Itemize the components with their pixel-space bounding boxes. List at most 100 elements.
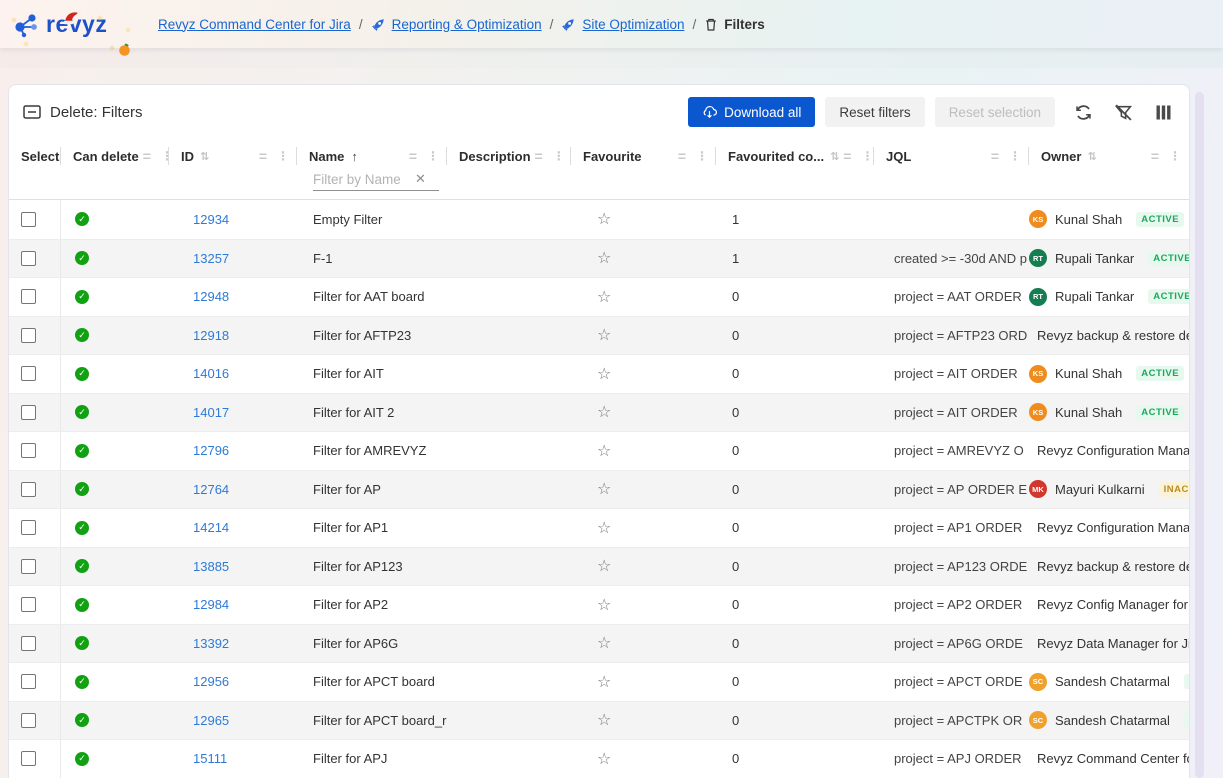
favourite-star-icon[interactable]: ☆: [597, 633, 611, 653]
favourite-star-icon[interactable]: ☆: [597, 248, 611, 268]
sort-icon[interactable]: ⇅: [200, 150, 209, 163]
column-filter-icon[interactable]: =: [259, 148, 267, 164]
filter-id-link[interactable]: 12956: [193, 674, 229, 689]
row-checkbox[interactable]: [21, 674, 36, 689]
clear-filter-icon[interactable]: ✕: [415, 171, 426, 187]
table-row[interactable]: ✓14214Filter for AP1☆0project = AP1 ORDE…: [9, 508, 1189, 547]
favourite-star-icon[interactable]: ☆: [597, 710, 611, 730]
favourite-star-icon[interactable]: ☆: [597, 518, 611, 538]
column-menu-icon[interactable]: ⋮: [277, 149, 289, 163]
favourite-star-icon[interactable]: ☆: [597, 402, 611, 422]
table-row[interactable]: ✓13392Filter for AP6G☆0project = AP6G OR…: [9, 624, 1189, 663]
column-header-can_delete[interactable]: Can delete=⋮: [61, 141, 169, 171]
filter-id-link[interactable]: 13885: [193, 559, 229, 574]
favourite-star-icon[interactable]: ☆: [597, 325, 611, 345]
reset-selection-button[interactable]: Reset selection: [935, 97, 1055, 127]
breadcrumb-label[interactable]: Reporting & Optimization: [392, 17, 542, 32]
table-row[interactable]: ✓12764Filter for AP☆0project = AP ORDER …: [9, 470, 1189, 509]
filter-id-link[interactable]: 12764: [193, 482, 229, 497]
sort-icon[interactable]: ⇅: [1087, 150, 1096, 163]
row-checkbox[interactable]: [21, 751, 36, 766]
column-menu-icon[interactable]: ⋮: [696, 149, 708, 163]
sort-asc-icon[interactable]: ↑: [351, 149, 358, 164]
favourite-star-icon[interactable]: ☆: [597, 287, 611, 307]
favourite-star-icon[interactable]: ☆: [597, 749, 611, 769]
row-checkbox[interactable]: [21, 328, 36, 343]
column-header-favourited_count[interactable]: Favourited co...⇅=⋮: [716, 141, 874, 171]
row-checkbox[interactable]: [21, 482, 36, 497]
column-filter-icon[interactable]: =: [535, 148, 543, 164]
column-menu-icon[interactable]: ⋮: [861, 149, 873, 163]
table-row[interactable]: ✓14016Filter for AIT☆0project = AIT ORDE…: [9, 354, 1189, 393]
favourite-star-icon[interactable]: ☆: [597, 556, 611, 576]
column-header-owner[interactable]: Owner⇅=⋮: [1029, 141, 1189, 171]
filter-id-link[interactable]: 13392: [193, 636, 229, 651]
row-checkbox[interactable]: [21, 289, 36, 304]
favourite-star-icon[interactable]: ☆: [597, 209, 611, 229]
row-checkbox[interactable]: [21, 366, 36, 381]
filter-id-link[interactable]: 12918: [193, 328, 229, 343]
filter-id-link[interactable]: 12984: [193, 597, 229, 612]
row-checkbox[interactable]: [21, 251, 36, 266]
column-header-description[interactable]: Description=⋮: [447, 141, 571, 171]
filter-id-link[interactable]: 14016: [193, 366, 229, 381]
table-row[interactable]: ✓15111Filter for APJ☆0project = APJ ORDE…: [9, 739, 1189, 778]
column-filter-icon[interactable]: =: [409, 148, 417, 164]
table-row[interactable]: ✓12965Filter for APCT board_revy:☆0proje…: [9, 701, 1189, 740]
filter-id-link[interactable]: 13257: [193, 251, 229, 266]
columns-icon[interactable]: [1151, 100, 1175, 124]
filter-id-link[interactable]: 14214: [193, 520, 229, 535]
table-row[interactable]: ✓12984Filter for AP2☆0project = AP2 ORDE…: [9, 585, 1189, 624]
download-all-button[interactable]: Download all: [688, 97, 815, 127]
scrollbar-thumb[interactable]: [1195, 92, 1204, 778]
row-checkbox[interactable]: [21, 559, 36, 574]
favourite-star-icon[interactable]: ☆: [597, 595, 611, 615]
table-row[interactable]: ✓12918Filter for AFTP23☆0project = AFTP2…: [9, 316, 1189, 355]
table-row[interactable]: ✓12934Empty Filter☆1KSKunal ShahACTIVE: [9, 200, 1189, 239]
column-filter-icon[interactable]: =: [1151, 148, 1159, 164]
filter-id-link[interactable]: 12934: [193, 212, 229, 227]
breadcrumb-label[interactable]: Revyz Command Center for Jira: [158, 17, 351, 32]
table-row[interactable]: ✓14017Filter for AIT 2☆0project = AIT OR…: [9, 393, 1189, 432]
column-menu-icon[interactable]: ⋮: [427, 149, 439, 163]
filter-id-link[interactable]: 15111: [193, 751, 227, 766]
filter-id-link[interactable]: 12965: [193, 713, 229, 728]
row-checkbox[interactable]: [21, 597, 36, 612]
row-checkbox[interactable]: [21, 405, 36, 420]
sort-icon[interactable]: ⇅: [830, 150, 839, 163]
column-header-favourite[interactable]: Favourite=⋮: [571, 141, 716, 171]
breadcrumb-item-reporting-optimization[interactable]: Reporting & Optimization: [371, 17, 542, 32]
row-checkbox[interactable]: [21, 713, 36, 728]
filter-id-link[interactable]: 14017: [193, 405, 229, 420]
favourite-star-icon[interactable]: ☆: [597, 672, 611, 692]
table-row[interactable]: ✓13885Filter for AP123☆0project = AP123 …: [9, 547, 1189, 586]
table-row[interactable]: ✓12948Filter for AAT board☆0project = AA…: [9, 277, 1189, 316]
favourite-star-icon[interactable]: ☆: [597, 479, 611, 499]
filter-disabled-icon[interactable]: [1111, 100, 1135, 124]
name-filter-input[interactable]: [313, 172, 415, 187]
column-filter-icon[interactable]: =: [843, 148, 851, 164]
table-row[interactable]: ✓12796Filter for AMREVYZ☆0project = AMRE…: [9, 431, 1189, 470]
row-checkbox[interactable]: [21, 520, 36, 535]
column-menu-icon[interactable]: ⋮: [553, 149, 565, 163]
column-header-name[interactable]: Name↑=⋮: [297, 141, 447, 171]
table-row[interactable]: ✓12956Filter for APCT board☆0project = A…: [9, 662, 1189, 701]
column-header-id[interactable]: ID⇅=⋮: [169, 141, 297, 171]
column-filter-icon[interactable]: =: [678, 148, 686, 164]
refresh-icon[interactable]: [1071, 100, 1095, 124]
column-menu-icon[interactable]: ⋮: [1169, 149, 1181, 163]
breadcrumb-item-revyz-command-center-for-jira[interactable]: Revyz Command Center for Jira: [158, 17, 351, 32]
reset-filters-button[interactable]: Reset filters: [825, 97, 924, 127]
column-filter-icon[interactable]: =: [991, 148, 999, 164]
row-checkbox[interactable]: [21, 636, 36, 651]
filter-id-link[interactable]: 12948: [193, 289, 229, 304]
row-checkbox[interactable]: [21, 212, 36, 227]
column-menu-icon[interactable]: ⋮: [1009, 149, 1021, 163]
breadcrumb-label[interactable]: Site Optimization: [582, 17, 684, 32]
column-filter-icon[interactable]: =: [143, 148, 151, 164]
favourite-star-icon[interactable]: ☆: [597, 441, 611, 461]
row-checkbox[interactable]: [21, 443, 36, 458]
table-row[interactable]: ✓13257F-1☆1created >= -30d AND pRTRupali…: [9, 239, 1189, 278]
column-header-jql[interactable]: JQL=⋮: [874, 141, 1029, 171]
favourite-star-icon[interactable]: ☆: [597, 364, 611, 384]
